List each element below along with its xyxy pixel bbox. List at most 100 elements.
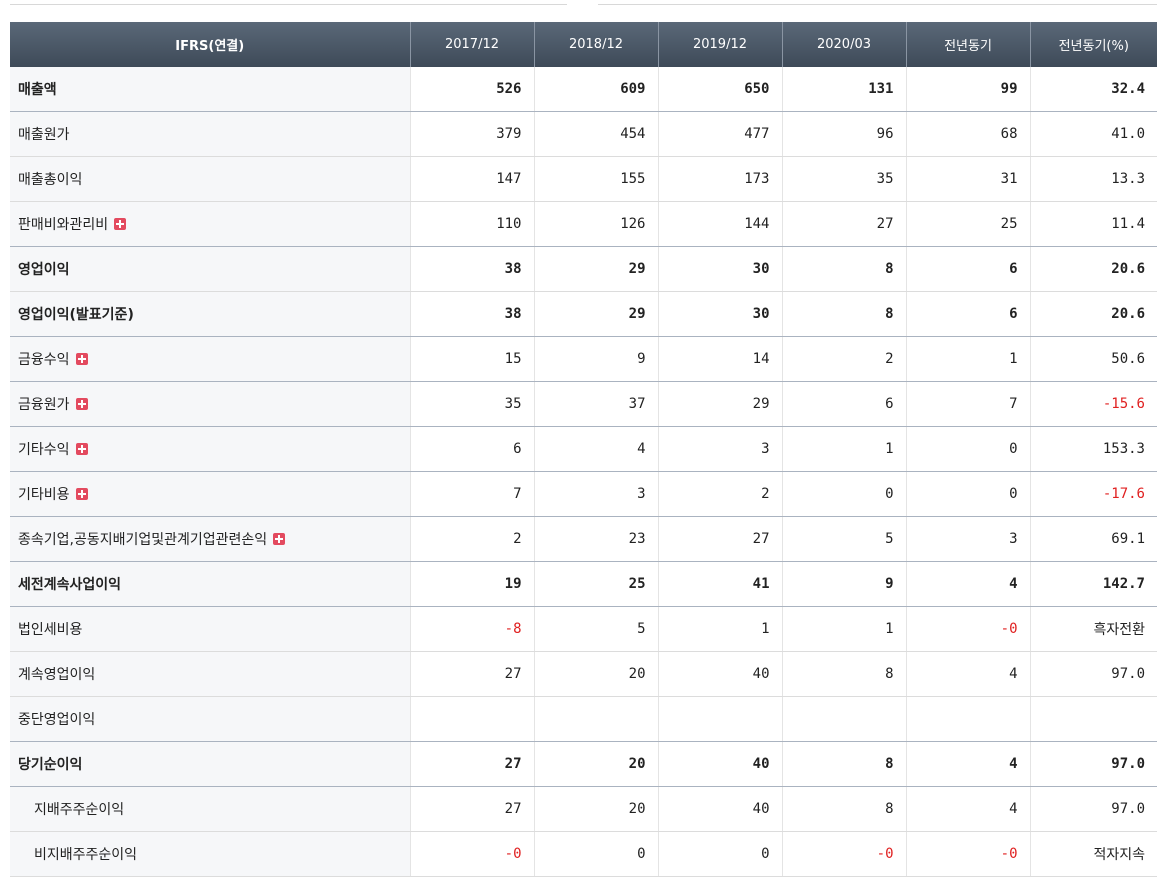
row-label: 매출총이익 (18, 172, 83, 188)
value-cell: 32.4 (1029, 67, 1157, 112)
value-cell: 31 (905, 156, 1030, 202)
value-cell: 3 (533, 471, 658, 517)
row-label: 매출원가 (18, 127, 70, 143)
value-cell: 15 (409, 336, 534, 382)
value-cell: 20.6 (1029, 246, 1157, 292)
row-label: 지배주주순이익 (34, 802, 125, 818)
value-cell: 3 (657, 426, 782, 472)
value-cell: 0 (533, 831, 658, 877)
value-cell: 147 (409, 156, 534, 202)
value-cell: 153.3 (1029, 426, 1157, 472)
row-label: 기타수익 (18, 442, 70, 458)
value-cell: 0 (781, 471, 906, 517)
income-statement-table: IFRS(연결) 2017/12 2018/12 2019/12 2020/03… (10, 22, 1157, 877)
value-cell: 155 (533, 156, 658, 202)
value-cell: -8 (409, 606, 534, 652)
row-label-cell: 금융원가 (10, 381, 410, 427)
value-cell: 27 (409, 786, 534, 832)
expand-plus-icon[interactable] (75, 353, 88, 365)
value-cell: 9 (781, 561, 906, 607)
value-cell: 37 (533, 381, 658, 427)
value-cell (905, 696, 1030, 742)
value-cell: 29 (533, 246, 658, 292)
value-cell: 609 (533, 67, 658, 112)
value-cell: 454 (533, 111, 658, 157)
row-label-cell: 매출액 (10, 67, 410, 112)
value-cell: 0 (905, 471, 1030, 517)
value-cell: 110 (409, 201, 534, 247)
value-cell: 8 (781, 786, 906, 832)
value-cell: 3 (905, 516, 1030, 562)
value-cell: 41 (657, 561, 782, 607)
table-row: 금융원가 35 37 29 6 7 -15.6 (10, 381, 1157, 427)
expand-plus-icon[interactable] (114, 218, 127, 230)
row-label-cell: 종속기업,공동지배기업및관계기업관련손익 (10, 516, 410, 562)
value-cell: 7 (905, 381, 1030, 427)
value-cell: 27 (409, 651, 534, 697)
value-cell: 7 (409, 471, 534, 517)
row-label: 중단영업이익 (18, 712, 96, 728)
row-label: 매출액 (18, 82, 57, 98)
table-row: 중단영업이익 (10, 696, 1157, 742)
row-label-cell: 매출원가 (10, 111, 410, 157)
value-cell: 흑자전환 (1029, 606, 1157, 652)
value-cell: 6 (905, 291, 1030, 337)
value-cell: -15.6 (1029, 381, 1157, 427)
table-row: 비지배주주순이익 -0 0 0 -0 -0 적자지속 (10, 831, 1157, 877)
value-cell: 0 (657, 831, 782, 877)
value-cell: 4 (533, 426, 658, 472)
value-cell: 50.6 (1029, 336, 1157, 382)
value-cell: 20.6 (1029, 291, 1157, 337)
header-row: IFRS(연결) 2017/12 2018/12 2019/12 2020/03… (10, 22, 1157, 67)
expand-plus-icon[interactable] (75, 398, 88, 410)
row-label-cell: 세전계속사업이익 (10, 561, 410, 607)
value-cell: 0 (905, 426, 1030, 472)
table-row: 당기순이익 27 20 40 8 4 97.0 (10, 741, 1157, 787)
value-cell: 8 (781, 246, 906, 292)
value-cell: 8 (781, 291, 906, 337)
value-cell: 1 (781, 606, 906, 652)
header-col-2017-12: 2017/12 (409, 22, 534, 67)
value-cell: 40 (657, 741, 782, 787)
value-cell: 41.0 (1029, 111, 1157, 157)
value-cell: 6 (905, 246, 1030, 292)
value-cell: 1 (905, 336, 1030, 382)
header-col-2020-03: 2020/03 (781, 22, 906, 67)
value-cell (409, 696, 534, 742)
table-row: 판매비와관리비 110 126 144 27 25 11.4 (10, 201, 1157, 247)
value-cell: 27 (409, 741, 534, 787)
value-cell: 69.1 (1029, 516, 1157, 562)
value-cell: 29 (657, 381, 782, 427)
value-cell: 650 (657, 67, 782, 112)
value-cell: 40 (657, 786, 782, 832)
value-cell: 35 (781, 156, 906, 202)
value-cell: 35 (409, 381, 534, 427)
value-cell: 20 (533, 741, 658, 787)
value-cell: 477 (657, 111, 782, 157)
expand-plus-icon[interactable] (75, 443, 88, 455)
table-row: 기타수익 6 4 3 1 0 153.3 (10, 426, 1157, 472)
value-cell: 5 (781, 516, 906, 562)
expand-plus-icon[interactable] (273, 533, 286, 545)
row-label-cell: 법인세비용 (10, 606, 410, 652)
value-cell (533, 696, 658, 742)
value-cell: 131 (781, 67, 906, 112)
row-label: 세전계속사업이익 (18, 577, 122, 593)
table-row: 종속기업,공동지배기업및관계기업관련손익 2 23 27 5 3 69.1 (10, 516, 1157, 562)
table-header: IFRS(연결) 2017/12 2018/12 2019/12 2020/03… (10, 22, 1157, 67)
value-cell: 13.3 (1029, 156, 1157, 202)
row-label: 당기순이익 (18, 757, 83, 773)
header-ifrs-label: IFRS(연결) (10, 22, 410, 67)
expand-plus-icon[interactable] (75, 488, 88, 500)
value-cell: 29 (533, 291, 658, 337)
value-cell: 25 (533, 561, 658, 607)
value-cell: 2 (657, 471, 782, 517)
value-cell: 97.0 (1029, 741, 1157, 787)
value-cell: 38 (409, 246, 534, 292)
table-body: 매출액 526 609 650 131 99 32.4 매출원가 379 454 477 96 68 41… (10, 67, 1157, 877)
value-cell: 173 (657, 156, 782, 202)
value-cell: 144 (657, 201, 782, 247)
value-cell: 126 (533, 201, 658, 247)
top-divider-left (10, 4, 567, 5)
value-cell (781, 696, 906, 742)
